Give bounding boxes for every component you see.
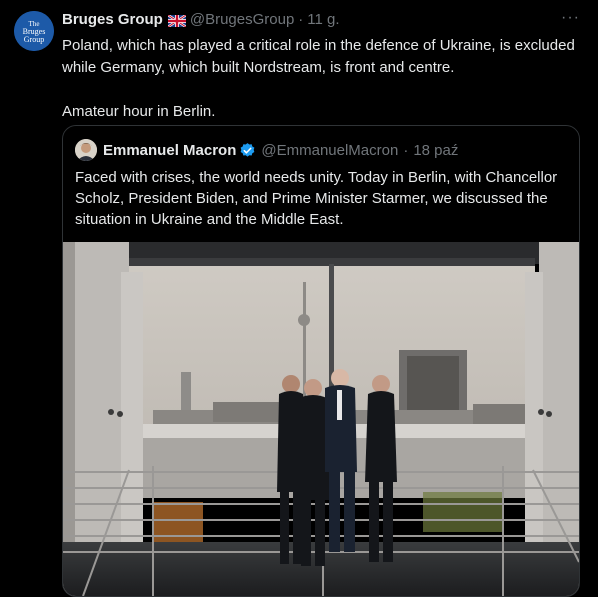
author-handle[interactable]: @BrugesGroup xyxy=(190,11,294,29)
author-name[interactable]: Bruges Group xyxy=(62,11,163,29)
more-options-icon[interactable]: ··· xyxy=(561,9,580,27)
bruges-group-logo-icon: The Bruges Group xyxy=(14,11,54,51)
separator-dot: · xyxy=(298,11,304,28)
svg-text:Group: Group xyxy=(24,35,44,44)
tweet-text: Poland, which has played a critical role… xyxy=(62,35,582,123)
tweet-paragraph: Amateur hour in Berlin. xyxy=(62,103,216,120)
quoted-time[interactable]: 18 paź xyxy=(413,142,458,159)
author-avatar[interactable]: The Bruges Group xyxy=(14,11,54,51)
quoted-author-name[interactable]: Emmanuel Macron xyxy=(103,142,236,159)
separator-dot: · xyxy=(403,141,409,159)
quoted-author-handle[interactable]: @EmmanuelMacron xyxy=(261,142,398,159)
quoted-header: Emmanuel Macron @EmmanuelMacron · 18 paź xyxy=(75,139,458,161)
uk-flag-icon xyxy=(167,14,187,28)
verified-badge-icon xyxy=(239,142,256,159)
quoted-photo[interactable] xyxy=(63,242,579,596)
tweet-paragraph: Poland, which has played a critical role… xyxy=(62,37,575,76)
quoted-text: Faced with crises, the world needs unity… xyxy=(75,169,558,228)
quoted-tweet[interactable]: Emmanuel Macron @EmmanuelMacron · 18 paź… xyxy=(62,125,580,597)
tweet-header: Bruges Group @BrugesGroup · 11 g. xyxy=(62,11,340,29)
quoted-avatar[interactable] xyxy=(75,139,97,161)
leaders-on-balcony-photo xyxy=(63,242,579,596)
tweet-time[interactable]: 11 g. xyxy=(307,11,339,29)
